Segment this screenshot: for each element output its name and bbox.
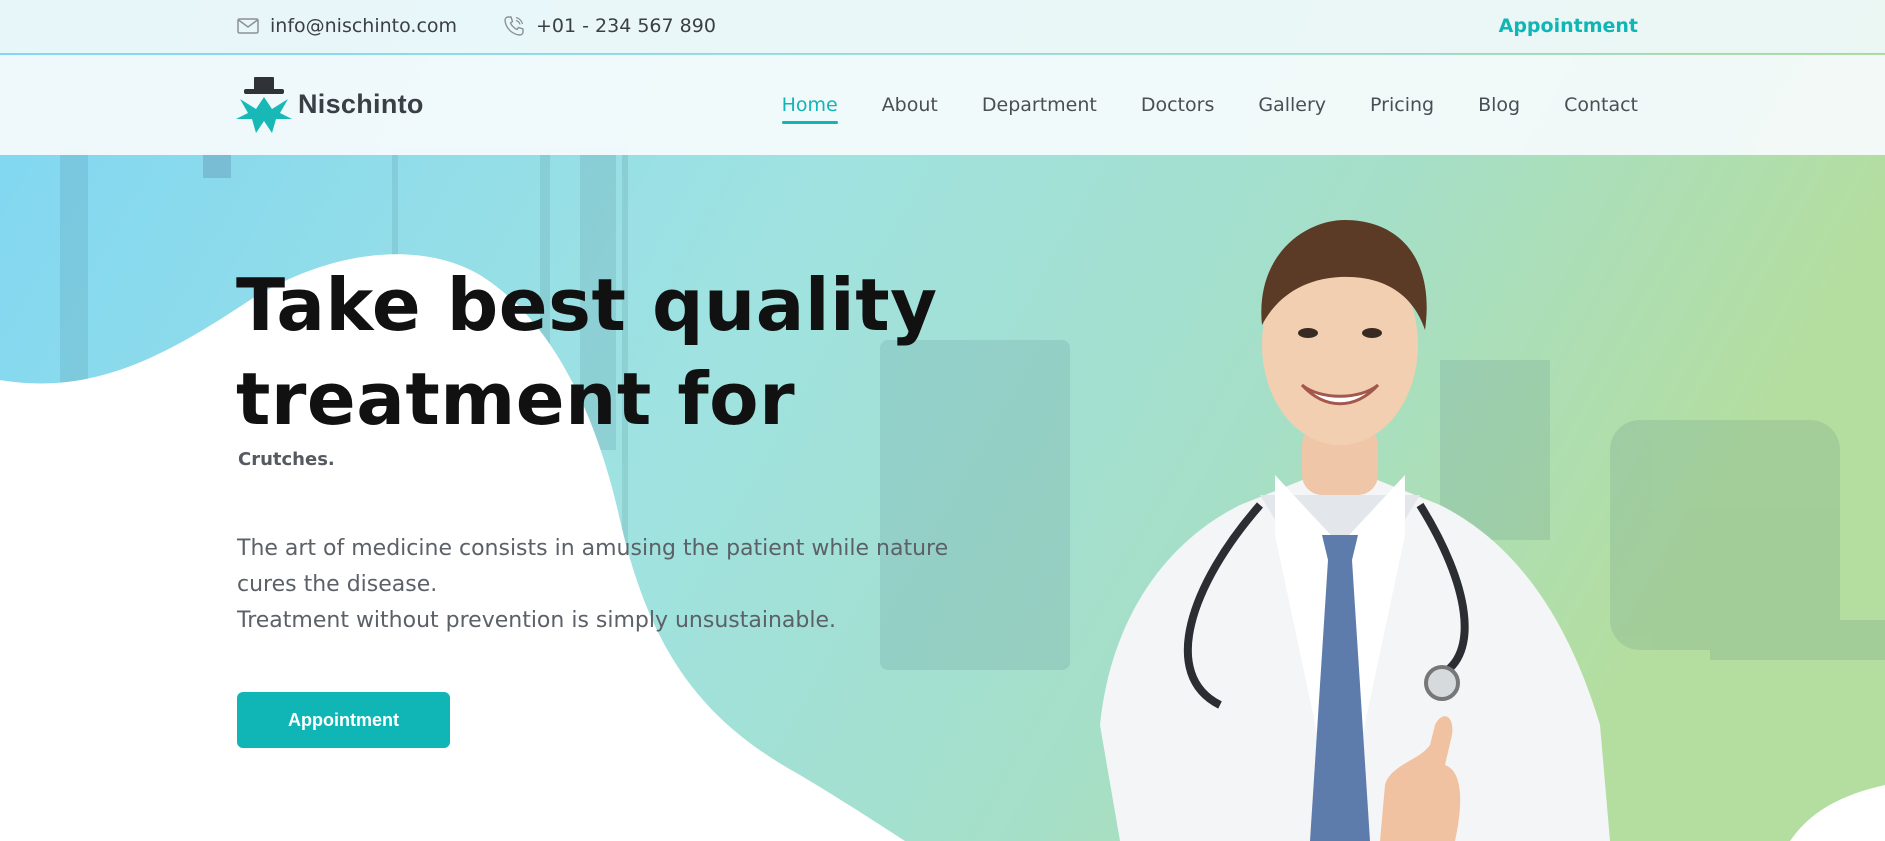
main-nav: Home About Department Doctors Gallery Pr…	[781, 55, 1638, 155]
phone-icon	[502, 14, 526, 38]
phone-text[interactable]: +01 - 234 567 890	[536, 15, 716, 37]
doctor-image	[1100, 220, 1610, 841]
hero-desc-line-1: The art of medicine consists in amusing …	[237, 536, 949, 561]
main-navbar: Nischinto Home About Department Doctors …	[0, 55, 1885, 155]
hero-subtitle: Crutches.	[238, 449, 335, 470]
hero-desc-line-3: Treatment without prevention is simply u…	[237, 608, 836, 633]
hero-title-line-2: treatment for	[236, 357, 796, 441]
hero-title-line-1: Take best quality	[236, 263, 938, 347]
nav-item-department[interactable]: Department	[982, 88, 1097, 122]
nav-item-home[interactable]: Home	[781, 88, 838, 124]
nav-item-gallery[interactable]: Gallery	[1258, 88, 1326, 122]
brand-name: Nischinto	[298, 88, 424, 119]
hero-appointment-button[interactable]: Appointment	[237, 692, 450, 748]
envelope-icon	[236, 14, 260, 38]
nav-item-about[interactable]: About	[882, 88, 938, 122]
nav-item-doctors[interactable]: Doctors	[1141, 88, 1215, 122]
top-bar: info@nischinto.com +01 - 234 567 890 App…	[0, 0, 1885, 54]
nav-item-contact[interactable]: Contact	[1564, 88, 1638, 122]
logo[interactable]: Nischinto	[236, 73, 424, 135]
hero-title: Take best quality treatment for	[236, 258, 996, 446]
email-contact[interactable]: info@nischinto.com	[236, 0, 457, 52]
topbar-appointment-link[interactable]: Appointment	[1499, 0, 1638, 52]
hero-desc-line-2: cures the disease.	[237, 572, 438, 597]
nav-item-blog[interactable]: Blog	[1478, 88, 1520, 122]
email-text[interactable]: info@nischinto.com	[270, 15, 457, 37]
medical-cross-hat-icon	[236, 77, 292, 133]
nav-item-pricing[interactable]: Pricing	[1370, 88, 1434, 122]
phone-contact[interactable]: +01 - 234 567 890	[502, 0, 716, 52]
hero-description: The art of medicine consists in amusing …	[237, 531, 1017, 639]
